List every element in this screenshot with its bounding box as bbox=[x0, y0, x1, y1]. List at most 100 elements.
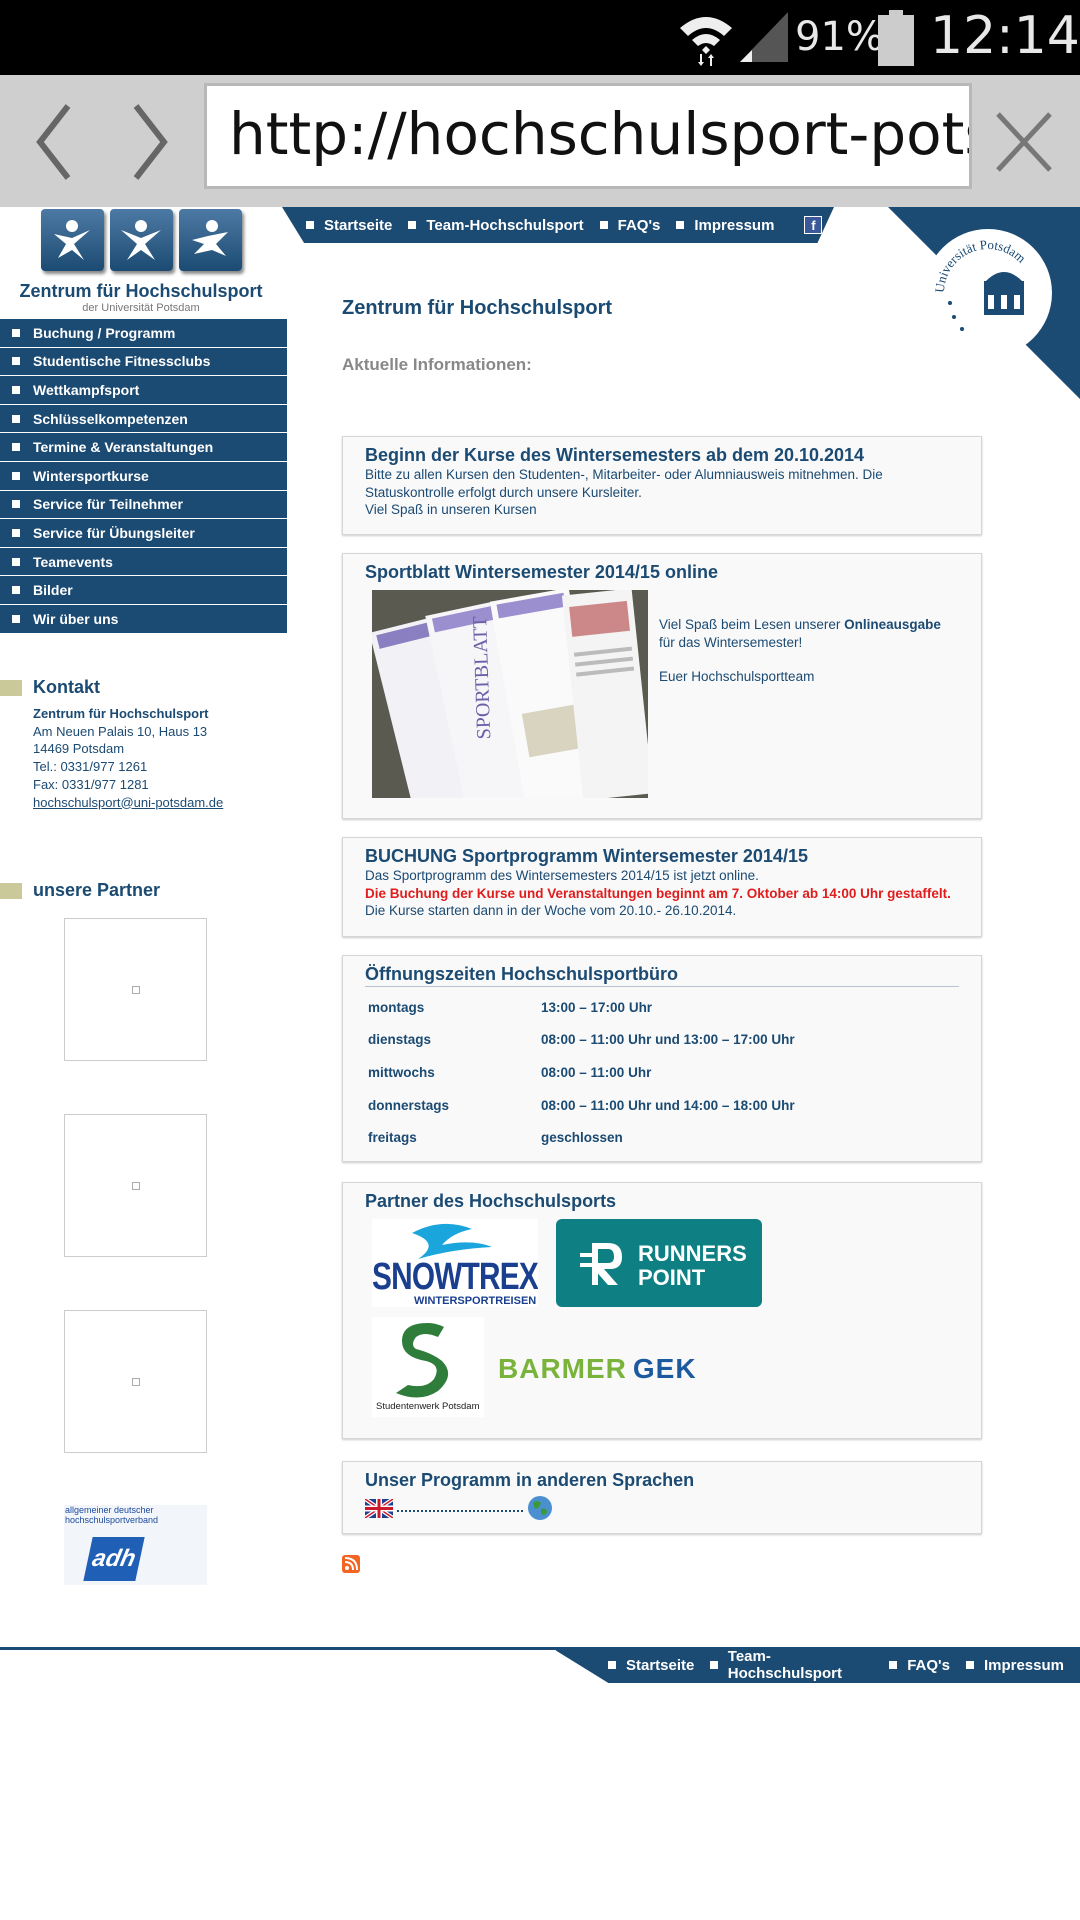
studentenwerk-logo[interactable]: Studentenwerk Potsdam bbox=[372, 1317, 484, 1417]
top-nav-faq[interactable]: FAQ's bbox=[600, 217, 661, 234]
news-title: Beginn der Kurse des Wintersemesters ab … bbox=[365, 445, 865, 465]
barmer-gek-logo[interactable]: BARMER GEK bbox=[498, 1353, 697, 1385]
side-nav-schluesselkompetenzen[interactable]: Schlüsselkompetenzen bbox=[0, 404, 287, 434]
hours-time: 08:00 – 11:00 Uhr und 14:00 – 18:00 Uhr bbox=[541, 1097, 795, 1113]
partner-image-3[interactable] bbox=[64, 1310, 207, 1453]
footer-nav-team[interactable]: Team-Hochschulsport bbox=[710, 1648, 873, 1682]
partner-image-1[interactable] bbox=[64, 918, 207, 1061]
sportblatt-label: SPORTBLATT bbox=[469, 616, 495, 740]
footer-divider bbox=[0, 1647, 558, 1650]
contact-fax: Fax: 0331/977 1281 bbox=[33, 776, 149, 792]
footer-nav-startseite[interactable]: Startseite bbox=[608, 1657, 694, 1674]
news-alert-text: Die Buchung der Kurse und Veranstaltunge… bbox=[365, 885, 951, 901]
hours-day: montags bbox=[368, 999, 425, 1015]
adh-logo-text: allgemeiner deutscher hochschulsportverb… bbox=[65, 1505, 159, 1525]
sportblatt-text-intro: Viel Spaß beim Lesen unserer bbox=[659, 617, 845, 632]
hours-time: 08:00 – 11:00 Uhr und 13:00 – 17:00 Uhr bbox=[541, 1032, 795, 1048]
contact-block: Zentrum für Hochschulsport Am Neuen Pala… bbox=[33, 705, 223, 811]
opening-hours-table: montags 13:00 – 17:00 Uhr dienstags 08:00 … bbox=[365, 991, 959, 1154]
news-box-sportblatt: Sportblatt Wintersemester 2014/15 online… bbox=[342, 553, 982, 819]
footer-nav-impressum[interactable]: Impressum bbox=[966, 1657, 1064, 1674]
uk-flag-icon[interactable] bbox=[363, 1496, 395, 1523]
sportblatt-image[interactable]: SPORTBLATT bbox=[372, 590, 648, 798]
top-nav-impressum[interactable]: Impressum bbox=[676, 217, 774, 234]
snowtrex-logo[interactable]: SNOWTREX WINTERSPORTREISEN bbox=[372, 1219, 540, 1307]
footer-nav-faq[interactable]: FAQ's bbox=[889, 1657, 950, 1674]
facebook-icon[interactable]: f bbox=[804, 216, 823, 234]
hours-time: 13:00 – 17:00 Uhr bbox=[541, 999, 653, 1015]
side-nav-bilder[interactable]: Bilder bbox=[0, 576, 287, 605]
runners-point-word2: POINT bbox=[638, 1265, 706, 1290]
runners-point-logo[interactable]: RUNNERS POINT bbox=[556, 1219, 762, 1307]
news-box-course-start: Beginn der Kurse des Wintersemesters ab … bbox=[342, 436, 982, 535]
table-row: dienstags 08:00 – 11:00 Uhr und 13:00 – 1… bbox=[365, 1024, 959, 1057]
battery-percent: 91% bbox=[795, 14, 884, 60]
top-nav-startseite[interactable]: Startseite bbox=[306, 217, 392, 234]
side-nav-wintersportkurse[interactable]: Wintersportkurse bbox=[0, 461, 287, 491]
onlineausgabe-link[interactable]: Onlineausgabe bbox=[844, 617, 941, 632]
athlete-icon bbox=[109, 209, 173, 271]
dotted-separator bbox=[397, 1509, 523, 1512]
broken-image-icon bbox=[131, 985, 140, 994]
news-box-buchung: BUCHUNG Sportprogramm Wintersemester 201… bbox=[342, 837, 982, 937]
chevron-left-icon bbox=[36, 104, 71, 180]
news-text: Die Kurse starten dann in der Woche vom … bbox=[365, 903, 737, 918]
side-nav-buchung[interactable]: Buchung / Programm bbox=[0, 319, 287, 348]
adh-logo[interactable]: allgemeiner deutscher hochschulsportverb… bbox=[64, 1505, 207, 1585]
close-icon bbox=[996, 112, 1052, 172]
rss-icon[interactable] bbox=[342, 1555, 360, 1573]
url-field[interactable]: http://hochschulsport-potsda bbox=[204, 83, 972, 189]
runners-point-word1: RUNNERS bbox=[638, 1241, 747, 1266]
sportblatt-text: Viel Spaß beim Lesen unserer Onlineausga… bbox=[659, 616, 959, 686]
site-logo[interactable]: Zentrum für Hochschulsport der Universit… bbox=[16, 207, 266, 319]
top-nav-team[interactable]: Team-Hochschulsport bbox=[408, 217, 583, 234]
browser-toolbar: http://hochschulsport-potsda bbox=[0, 75, 1080, 207]
side-nav: Buchung / Programm Studentische Fitnessc… bbox=[0, 319, 287, 634]
news-text: Bitte zu allen Kursen den Studenten-, Mi… bbox=[365, 467, 883, 500]
globe-icon[interactable] bbox=[527, 1495, 553, 1526]
side-nav-termine[interactable]: Termine & Veranstaltungen bbox=[0, 433, 287, 462]
table-row: mittwochs 08:00 – 11:00 Uhr bbox=[365, 1056, 959, 1089]
opening-hours-title: Öffnungszeiten Hochschulsportbüro bbox=[365, 964, 959, 987]
side-nav-teamevents[interactable]: Teamevents bbox=[0, 547, 287, 577]
hours-day: mittwochs bbox=[368, 1064, 435, 1080]
side-nav-service-uebungsleiter[interactable]: Service für Übungsleiter bbox=[0, 519, 287, 548]
contact-name: Zentrum für Hochschulsport bbox=[33, 706, 209, 721]
hours-day: donnerstags bbox=[368, 1097, 450, 1113]
side-nav-fitnessclubs[interactable]: Studentische Fitnessclubs bbox=[0, 347, 287, 377]
table-row: donnerstags 08:00 – 11:00 Uhr und 14:00 –… bbox=[365, 1089, 959, 1122]
news-title: BUCHUNG Sportprogramm Wintersemester 201… bbox=[365, 846, 808, 866]
news-text: Viel Spaß in unseren Kursen bbox=[365, 502, 537, 517]
news-text: Das Sportprogramm des Wintersemesters 20… bbox=[365, 868, 759, 883]
clock: 12:14 bbox=[930, 6, 1080, 66]
contact-heading: Kontakt bbox=[0, 677, 100, 698]
chevron-right-icon bbox=[133, 104, 168, 180]
partners-heading: unsere Partner bbox=[0, 880, 160, 901]
side-nav-service-teilnehmer[interactable]: Service für Teilnehmer bbox=[0, 490, 287, 520]
side-nav-wettkampfsport[interactable]: Wettkampfsport bbox=[0, 376, 287, 405]
top-nav: Startseite Team-Hochschulsport FAQ's Imp… bbox=[282, 207, 834, 243]
broken-image-icon bbox=[131, 1377, 140, 1386]
logo-subtitle: der Universität Potsdam bbox=[82, 302, 200, 314]
athlete-icon bbox=[40, 209, 104, 271]
snowtrex-wordmark: SNOWTREX bbox=[372, 1256, 538, 1298]
languages-title: Unser Programm in anderen Sprachen bbox=[365, 1470, 695, 1490]
hours-time: geschlossen bbox=[541, 1130, 623, 1146]
hours-time: 08:00 – 11:00 Uhr bbox=[541, 1064, 652, 1080]
contact-city: 14469 Potsdam bbox=[33, 741, 125, 757]
side-nav-wir-ueber-uns[interactable]: Wir über uns bbox=[0, 604, 287, 634]
opening-hours-box: Öffnungszeiten Hochschulsportbüro montag… bbox=[342, 955, 982, 1162]
back-button[interactable] bbox=[14, 97, 94, 187]
wifi-icon bbox=[678, 10, 734, 71]
hours-day: freitags bbox=[368, 1130, 417, 1146]
university-seal[interactable]: Universität Potsdam bbox=[924, 229, 1052, 357]
partner-image-2[interactable] bbox=[64, 1114, 207, 1257]
sportblatt-sign: Euer Hochschulsportteam bbox=[659, 669, 815, 684]
broken-image-icon bbox=[131, 1181, 140, 1190]
signal-icon bbox=[740, 12, 788, 67]
contact-street: Am Neuen Palais 10, Haus 13 bbox=[33, 723, 208, 739]
contact-email-link[interactable]: hochschulsport@uni-potsdam.de bbox=[33, 795, 223, 810]
forward-button[interactable] bbox=[110, 97, 190, 187]
close-button[interactable] bbox=[984, 97, 1064, 187]
adh-logo-mark: adh bbox=[83, 1537, 145, 1581]
